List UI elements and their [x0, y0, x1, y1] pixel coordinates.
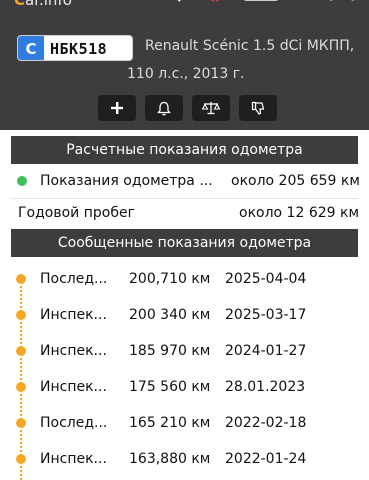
- annual-mileage-value: около 12 629 км: [239, 205, 360, 221]
- reading-km: 200,710 км: [129, 271, 211, 287]
- vehicle-title: Renault Scénic 1.5 dCi МКПП,: [145, 38, 355, 54]
- plus-icon: [111, 102, 123, 114]
- plate-country-code: C: [18, 36, 44, 60]
- reading-km: 185 970 км: [129, 343, 211, 359]
- reported-odometer-header: Сообщенные показания одометра: [11, 229, 358, 257]
- reading-date: 2025-04-04: [225, 271, 307, 287]
- language-flag-icon[interactable]: [330, 0, 354, 6]
- status-dot-icon: [17, 176, 27, 186]
- reading-type: Инспек...: [40, 379, 107, 395]
- reading-km: 175 560 км: [129, 379, 211, 395]
- divider: [11, 198, 358, 199]
- vehicle-header: Car.info C НБК518 Renault Scénic 1.5 dCi…: [0, 0, 369, 130]
- theme-toggle[interactable]: [240, 0, 282, 6]
- add-button[interactable]: [98, 95, 136, 121]
- site-logo[interactable]: Car.info: [14, 0, 72, 9]
- odometer-estimate-label: Показания одометра ...: [40, 173, 213, 189]
- reading-km: 200 340 км: [129, 307, 211, 323]
- timeline-connector: [20, 466, 22, 480]
- reading-km: 165 210 км: [129, 415, 211, 431]
- license-plate: C НБК518: [17, 35, 133, 61]
- reading-date: 28.01.2023: [225, 379, 306, 395]
- reading-type: Послед...: [40, 271, 108, 287]
- reading-type: Инспек...: [40, 451, 107, 467]
- timeline-dot-icon: [16, 454, 26, 464]
- calculated-odometer-header: Расчетные показания одометра: [11, 136, 358, 164]
- reading-type: Послед...: [40, 415, 108, 431]
- scales-icon: [202, 102, 220, 115]
- reading-type: Инспек...: [40, 307, 107, 323]
- search-icon[interactable]: [168, 0, 182, 6]
- reading-date: 2024-01-27: [225, 343, 307, 359]
- dislike-button[interactable]: [239, 95, 277, 121]
- annual-mileage-label: Годовой пробег: [18, 205, 135, 221]
- reading-date: 2022-02-18: [225, 415, 307, 431]
- menu-icon[interactable]: [292, 0, 310, 6]
- timeline-dot-icon: [16, 382, 26, 392]
- plate-number: НБК518: [50, 40, 108, 58]
- timeline-dot-icon: [16, 274, 26, 284]
- thumbs-down-icon: [251, 101, 265, 115]
- vehicle-subtitle: 110 л.с., 2013 г.: [127, 66, 245, 82]
- reading-date: 2025-03-17: [225, 307, 307, 323]
- reading-type: Инспек...: [40, 343, 107, 359]
- timeline-dot-icon: [16, 310, 26, 320]
- compare-button[interactable]: [192, 95, 230, 121]
- timeline-dot-icon: [16, 418, 26, 428]
- garage-icon[interactable]: [197, 0, 221, 6]
- subscribe-button[interactable]: [145, 95, 183, 121]
- bell-icon: [157, 101, 171, 115]
- reading-km: 163,880 км: [129, 451, 211, 467]
- timeline-dot-icon: [16, 346, 26, 356]
- reading-date: 2022-01-24: [225, 451, 307, 467]
- odometer-estimate-value: около 205 659 км: [231, 173, 360, 189]
